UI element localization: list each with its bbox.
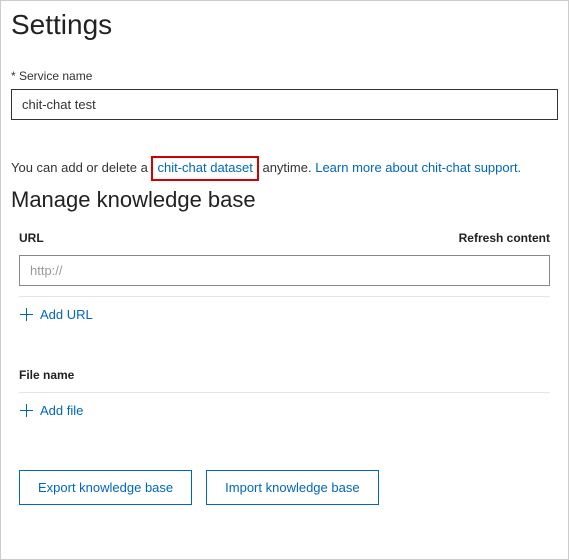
plus-icon (19, 403, 34, 418)
refresh-content-label: Refresh content (459, 231, 550, 245)
add-file-button[interactable]: Add file (19, 403, 83, 418)
export-kb-button[interactable]: Export knowledge base (19, 470, 192, 505)
divider (19, 392, 550, 393)
chit-chat-dataset-link[interactable]: chit-chat dataset (157, 160, 252, 175)
add-url-button[interactable]: Add URL (19, 307, 93, 322)
add-file-label: Add file (40, 403, 83, 418)
plus-icon (19, 307, 34, 322)
page-title: Settings (11, 9, 558, 41)
url-column-label: URL (19, 231, 44, 245)
import-kb-button[interactable]: Import knowledge base (206, 470, 378, 505)
service-name-label: * Service name (11, 69, 558, 83)
hint-middle: anytime. (259, 160, 315, 175)
hint-prefix: You can add or delete a (11, 160, 151, 175)
divider (19, 296, 550, 297)
file-name-label: File name (19, 368, 550, 382)
service-name-input[interactable] (11, 89, 558, 120)
add-url-label: Add URL (40, 307, 93, 322)
manage-kb-title: Manage knowledge base (11, 187, 558, 213)
url-input[interactable] (19, 255, 550, 286)
chit-chat-hint: You can add or delete a chit-chat datase… (11, 156, 558, 181)
learn-more-link[interactable]: Learn more about chit-chat support. (315, 160, 521, 175)
